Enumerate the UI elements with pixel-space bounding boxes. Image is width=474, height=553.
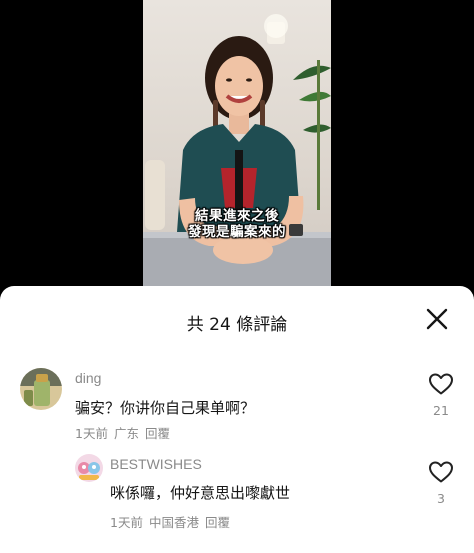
reply-button[interactable]: 回覆: [145, 426, 170, 441]
like-count: 3: [437, 491, 445, 506]
comment-text: 骗安？你讲你自己果单啊？: [75, 399, 256, 417]
like-count: 21: [433, 403, 449, 418]
comment-time: 1天前: [110, 515, 143, 530]
video-subtitle-line-2: 發現是騙案來的: [188, 224, 286, 240]
avatar[interactable]: [75, 454, 103, 482]
like-button[interactable]: 3: [426, 460, 456, 506]
reply-button[interactable]: 回覆: [205, 515, 230, 530]
close-button[interactable]: [424, 306, 450, 332]
reply-item: BESTWISHES 咪係囉，仲好意思出嚟獻世 1天前 中国香港 回覆 3: [0, 452, 474, 542]
comment-author[interactable]: ding: [75, 370, 101, 386]
video-frame[interactable]: 結果進來之後 發現是騙案來的: [143, 0, 331, 300]
avatar[interactable]: [20, 368, 62, 410]
close-icon[interactable]: [424, 306, 450, 332]
like-button[interactable]: 21: [426, 372, 456, 418]
comments-sheet: 共 24 條評論 ding 骗安？你讲你自己果单啊？ 1天前广东回覆 21: [0, 286, 474, 553]
heart-outline-icon[interactable]: [428, 372, 454, 396]
comment-item: ding 骗安？你讲你自己果单啊？ 1天前 广东 回覆 21: [0, 366, 474, 446]
comment-text: 咪係囉，仲好意思出嚟獻世: [110, 484, 291, 502]
comments-count-title: 共 24 條評論: [186, 315, 288, 335]
comment-author[interactable]: BESTWISHES: [110, 456, 202, 472]
comment-meta: 1天前 广东 回覆: [75, 423, 176, 442]
comment-meta: 1天前 中国香港 回覆: [110, 512, 236, 531]
comment-location: 中国香港: [148, 515, 199, 530]
heart-outline-icon[interactable]: [428, 460, 454, 484]
video-player[interactable]: 結果進來之後 發現是騙案來的: [0, 0, 474, 300]
comment-time: 1天前: [75, 426, 108, 441]
comment-location: 广东: [113, 426, 139, 441]
